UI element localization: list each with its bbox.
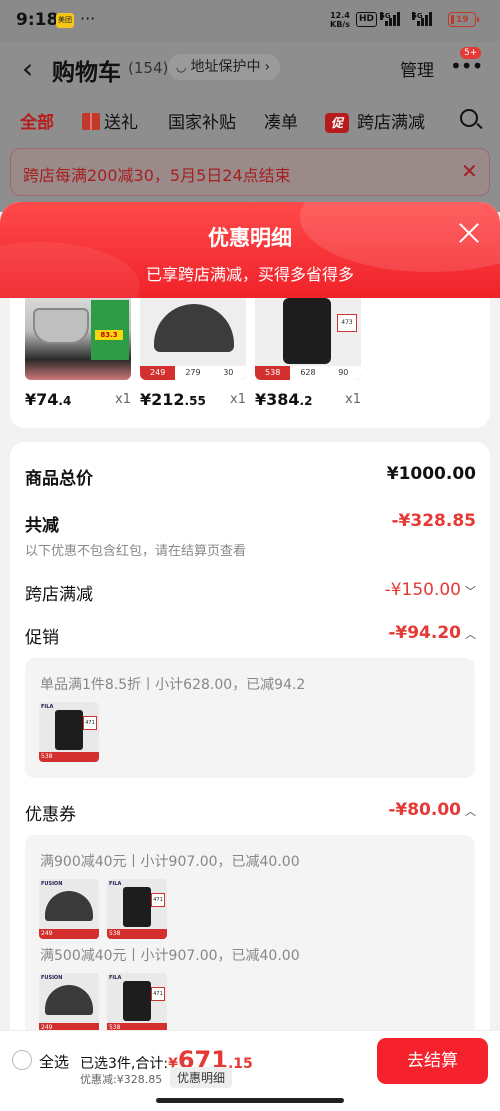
- select-all-checkbox[interactable]: [12, 1050, 32, 1070]
- tab-cross-store-discount[interactable]: 促跨店满减: [325, 108, 425, 133]
- back-arrow-icon[interactable]: ‹: [22, 52, 33, 85]
- sheet-header: 优惠明细 已享跨店满减，买得多省得多: [0, 202, 500, 298]
- close-icon[interactable]: [456, 220, 482, 246]
- product-qty: x1: [230, 392, 246, 407]
- clock: 9:18: [16, 10, 59, 30]
- checkout-button[interactable]: 去结算: [377, 1038, 488, 1084]
- cap-icon: 249 279 30: [140, 298, 246, 380]
- discount-detail-sheet: 优惠明细 已享跨店满减，买得多省得多 83.3 ¥74.4 x1 249 279 3…: [0, 202, 500, 1111]
- hd-icon: HD: [356, 12, 378, 27]
- search-icon[interactable]: [460, 109, 478, 127]
- product-qty: x1: [115, 392, 131, 407]
- discount-breakdown-card: 商品总价 ¥1000.00 共减 -¥328.85 以下优惠不包含红包，请在结算…: [10, 442, 490, 1111]
- network-speed: 12.4 KB/s: [330, 11, 350, 29]
- chevron-down-icon: ﹀: [465, 585, 476, 598]
- coupon-label: 优惠券: [25, 805, 76, 825]
- promotion-label: 促销: [25, 628, 59, 648]
- promo-banner-text: 跨店每满200减30，5月5日24点结束: [23, 166, 291, 185]
- product-price: ¥384.2: [255, 390, 313, 409]
- cap-thumbnail: FUSION 249: [39, 973, 99, 1033]
- battery-icon: 19: [448, 12, 479, 27]
- signal-icon-2: 5G: [412, 12, 432, 26]
- cross-store-discount-label: 跨店满减: [25, 585, 93, 605]
- sheet-subtitle: 已享跨店满减，买得多省得多: [145, 265, 354, 284]
- tab-bundle[interactable]: 凑单: [264, 108, 298, 133]
- promo-banner[interactable]: 跨店每满200减30，5月5日24点结束 ✕: [10, 148, 490, 196]
- coupon-detail-text: 满900减40元丨小计907.00，已减40.00: [40, 854, 300, 870]
- product-price: ¥212.55: [140, 390, 206, 409]
- tab-all[interactable]: 全部: [20, 108, 54, 133]
- coupon-detail-text: 满500减40元丨小计907.00，已减40.00: [40, 948, 300, 964]
- promo-icon: 促: [325, 113, 349, 133]
- sheet-title: 优惠明细: [208, 226, 292, 250]
- checkout-bar: 全选 已选3件,合计:¥671.15 优惠减:¥328.85 优惠明细 去结算: [0, 1030, 500, 1111]
- close-banner-icon[interactable]: ✕: [461, 159, 478, 183]
- coupon-detail-box: 满900减40元丨小计907.00，已减40.00 FUSION 249 FILA…: [25, 835, 475, 1035]
- cart-header: ‹ 购物车 (154) ◡ 地址保护中 › 管理 ••• 5+: [0, 42, 500, 92]
- chevron-right-icon: ›: [264, 59, 271, 75]
- backpack-thumbnail: FILA 471 538: [107, 973, 167, 1033]
- backpack-thumbnail: FILA 471 538: [107, 879, 167, 939]
- reduction-note: 以下优惠不包含红包，请在结算页查看: [25, 544, 247, 559]
- backpack-thumbnail: FILA 471 538: [39, 702, 99, 762]
- cross-store-discount-value[interactable]: -¥150.00 ﹀: [385, 580, 476, 600]
- filter-tabs: 全部 送礼 国家补贴 凑单 促跨店满减: [0, 104, 500, 138]
- select-all-label[interactable]: 全选: [39, 1051, 69, 1072]
- selected-products-strip: 83.3 ¥74.4 x1 249 279 30 ¥212.55 x1 473 53…: [10, 298, 490, 428]
- manage-button[interactable]: 管理: [400, 56, 434, 81]
- total-price-value: ¥1000.00: [386, 464, 476, 484]
- promotion-value[interactable]: -¥94.20 ︿: [388, 623, 476, 643]
- more-notifications-icon: ···: [80, 9, 96, 28]
- total-price-label: 商品总价: [25, 469, 93, 489]
- gift-icon: [82, 113, 100, 130]
- status-bar: 9:18 美团 ··· 12.4 KB/s HD 5G 5G 19: [0, 0, 500, 42]
- promotion-detail-text: 单品满1件8.5折丨小计628.00，已减94.2: [40, 677, 306, 693]
- discount-detail-button[interactable]: 优惠明细: [170, 1067, 233, 1088]
- cart-page-background: ‹ 购物车 (154) ◡ 地址保护中 › 管理 ••• 5+ 全部 送礼 国家补贴…: [0, 42, 500, 212]
- shield-smile-icon: ◡: [176, 60, 187, 74]
- pot-icon: 83.3: [25, 298, 131, 380]
- product-price: ¥74.4: [25, 390, 72, 409]
- chevron-up-icon: ︿: [465, 805, 476, 818]
- tab-gift[interactable]: 送礼: [82, 108, 138, 133]
- total-reduction-label: 共减: [25, 516, 59, 536]
- backpack-icon: 473 538 628 90: [255, 298, 361, 380]
- coupon-value[interactable]: -¥80.00 ︿: [388, 800, 476, 820]
- home-indicator: [156, 1098, 344, 1103]
- total-reduction-value: -¥328.85: [391, 511, 477, 531]
- signal-icon: 5G: [380, 12, 400, 26]
- notification-badge: 5+: [460, 47, 482, 59]
- cart-count: (154): [128, 59, 169, 77]
- meituan-app-icon: 美团: [56, 13, 74, 28]
- page-title: 购物车: [52, 60, 121, 86]
- promotion-detail-box: 单品满1件8.5折丨小计628.00，已减94.2 FILA 471 538: [25, 658, 475, 778]
- address-protection-chip[interactable]: ◡ 地址保护中 ›: [168, 54, 281, 80]
- chevron-up-icon: ︿: [465, 628, 476, 641]
- saved-amount: 优惠减:¥328.85: [80, 1073, 163, 1086]
- cap-thumbnail: FUSION 249: [39, 879, 99, 939]
- product-qty: x1: [345, 392, 361, 407]
- tab-national-subsidy[interactable]: 国家补贴: [168, 108, 236, 133]
